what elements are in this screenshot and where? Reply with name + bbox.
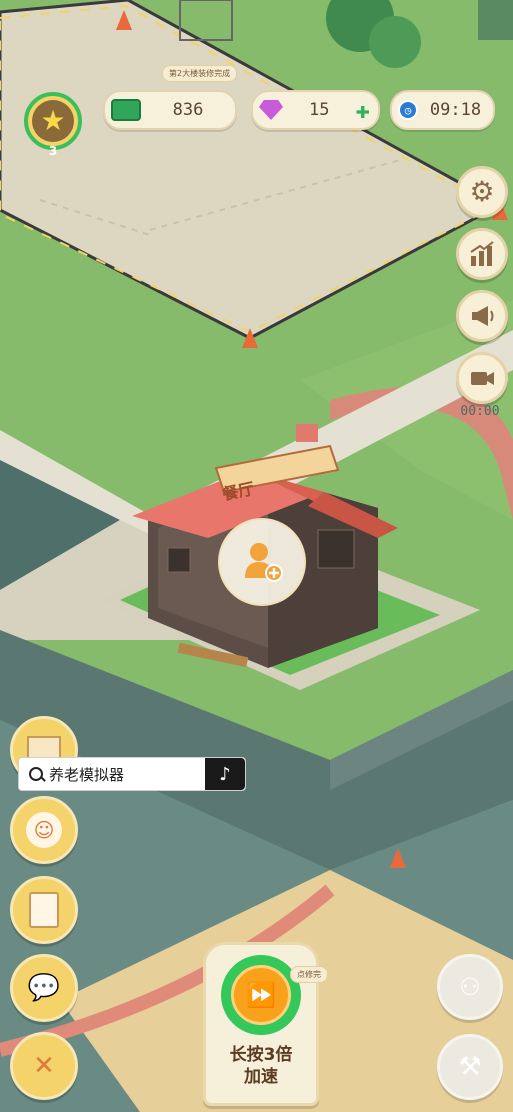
tasks-button[interactable]	[10, 876, 78, 944]
speed-hint: 点修完	[290, 966, 328, 983]
chat-bubbles-icon: 💬	[27, 973, 61, 1003]
chart-icon	[470, 241, 494, 266]
star-icon: ★	[40, 104, 66, 137]
tiktok-icon: ♪	[219, 763, 231, 785]
game-scene[interactable]: 餐厅 ★ 3 836 第2大楼装修完成 15 ✚ ◷ 09:18 ⚙ 00:00…	[0, 0, 513, 1112]
megaphone-icon	[472, 306, 494, 326]
tools-button[interactable]: ✕	[10, 1032, 78, 1100]
search-query[interactable]: 养老模拟器	[49, 764, 205, 785]
hammer-icon: ⚒	[458, 1052, 482, 1082]
visitors-button[interactable]: ⚇	[437, 954, 503, 1020]
residents-button[interactable]: ☺	[10, 796, 78, 864]
timer-display: ◷ 09:18	[390, 90, 495, 130]
gem-icon	[259, 100, 283, 120]
level-badge[interactable]: ★ 3	[18, 88, 88, 160]
add-gems-icon[interactable]: ✚	[356, 98, 370, 122]
gems-counter[interactable]: 15 ✚	[251, 90, 380, 130]
hire-staff-bubble[interactable]	[218, 518, 306, 606]
clipboard-icon	[29, 892, 59, 928]
money-value: 836	[172, 100, 204, 120]
tiktok-button[interactable]: ♪	[205, 758, 245, 790]
cash-icon	[111, 99, 141, 121]
record-video-button[interactable]	[456, 352, 508, 404]
add-person-icon	[245, 543, 283, 582]
stats-button[interactable]	[456, 228, 508, 280]
wrench-screwdriver-icon: ✕	[33, 1051, 55, 1081]
money-counter[interactable]: 836	[103, 90, 237, 130]
search-icon	[29, 767, 46, 782]
speed-label-line2: 加速	[244, 1067, 278, 1087]
gems-value: 15	[309, 100, 330, 120]
search-bar[interactable]: 养老模拟器 ♪	[18, 757, 246, 791]
gear-icon: ⚙	[469, 175, 495, 208]
face-icon: ☺	[26, 812, 62, 848]
record-time: 00:00	[460, 404, 500, 419]
people-icon: ⚇	[459, 973, 481, 1001]
demolish-button[interactable]: ⚒	[437, 1034, 503, 1100]
video-icon	[471, 372, 494, 385]
speed-label-line1: 长按3倍	[229, 1045, 293, 1065]
announce-button[interactable]	[456, 290, 508, 342]
settings-button[interactable]: ⚙	[456, 166, 508, 218]
chat-button[interactable]: 💬	[10, 954, 78, 1022]
timer-value: 09:18	[429, 100, 482, 120]
level-number: 3	[48, 144, 58, 158]
clock-icon: ◷	[398, 100, 418, 120]
fast-forward-icon: ⏩	[246, 981, 276, 1009]
task-hint: 第2大楼装修完成	[162, 65, 238, 82]
